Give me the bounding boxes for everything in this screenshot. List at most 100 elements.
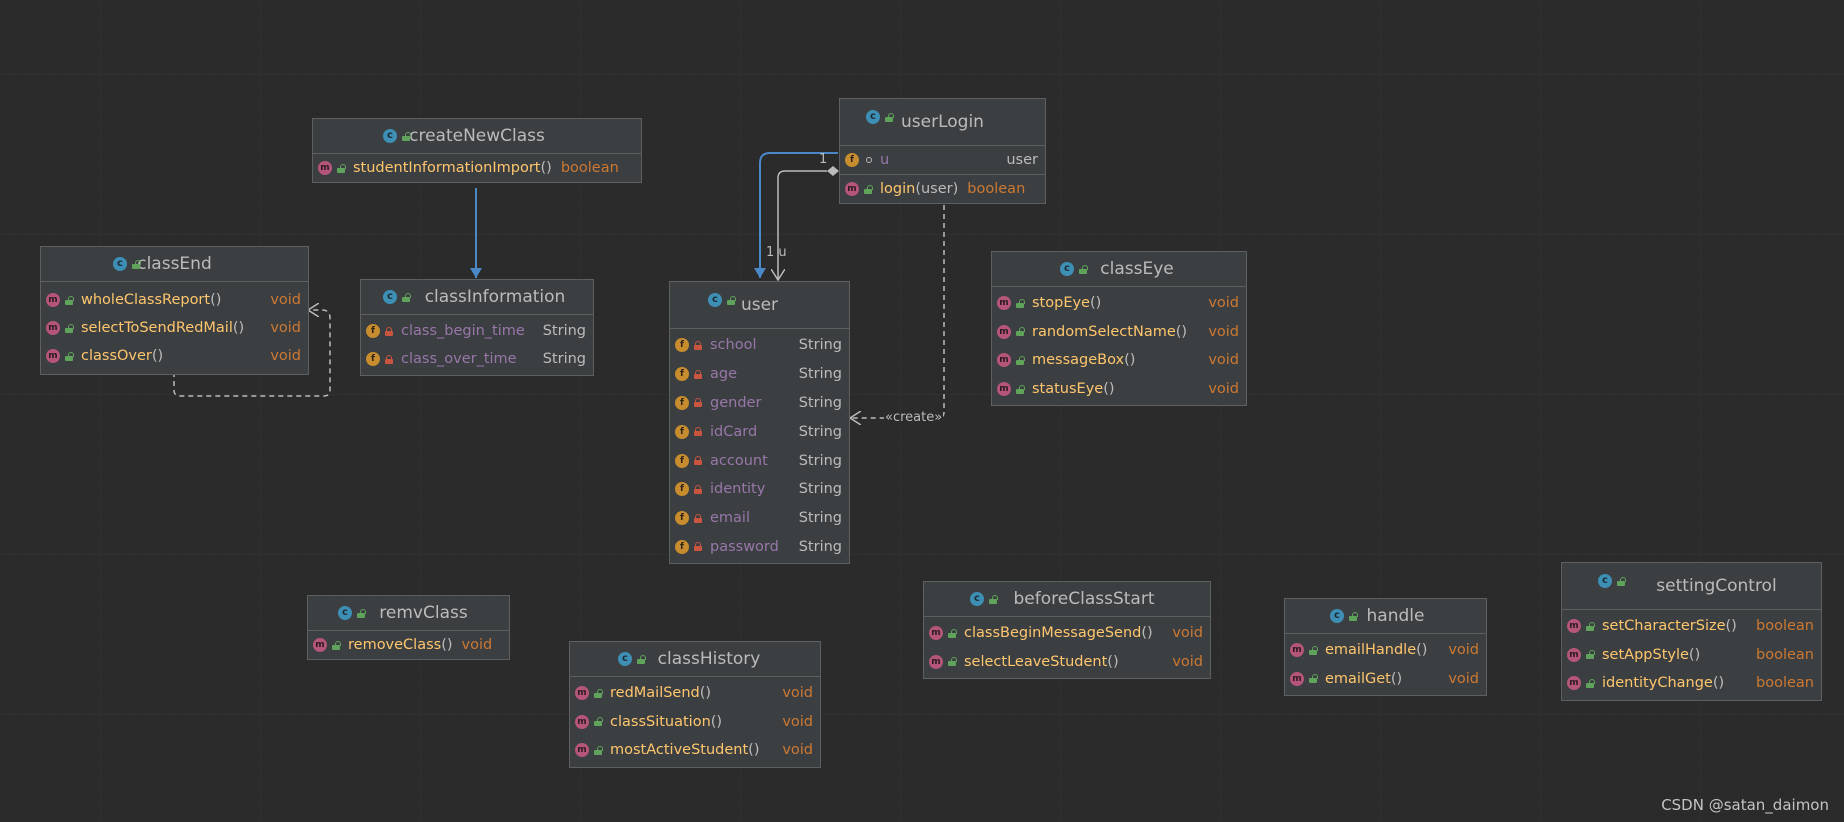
class-name: classHistory	[657, 649, 761, 669]
method-icon: m	[318, 161, 332, 175]
public-visibility-icon	[402, 131, 411, 141]
method-row[interactable]: m setCharacterSize() boolean	[1562, 612, 1821, 641]
field-row[interactable]: f account String	[670, 446, 849, 475]
method-row[interactable]: m classSituation() void	[570, 708, 820, 737]
field-row[interactable]: f gender String	[670, 389, 849, 418]
class-icon: c	[970, 592, 984, 606]
method-params: ()	[151, 348, 164, 364]
field-row[interactable]: f idCard String	[670, 417, 849, 446]
field-row[interactable]: f identity String	[670, 475, 849, 504]
class-user[interactable]: c user f school String f age String f ge…	[669, 281, 850, 565]
method-name: messageBox	[1032, 352, 1125, 369]
public-visibility-icon	[594, 717, 603, 727]
public-visibility-icon	[885, 112, 894, 122]
field-type: String	[798, 538, 842, 555]
class-remvClass[interactable]: c remvClass m removeClass() void	[307, 595, 510, 660]
class-name: handle	[1366, 606, 1425, 626]
method-row[interactable]: m login (user) boolean	[840, 175, 1045, 203]
class-classEnd[interactable]: c classEnd m wholeClassReport() void m s…	[40, 246, 309, 375]
private-visibility-icon	[385, 326, 393, 336]
method-name: selectLeaveStudent	[964, 653, 1108, 670]
method-icon: m	[1290, 643, 1304, 658]
method-row[interactable]: m randomSelectName() void	[992, 318, 1246, 347]
class-classHistory[interactable]: c classHistory m redMailSend() void m cl…	[569, 641, 821, 768]
composition-diamond	[827, 166, 839, 176]
field-row[interactable]: f email String	[670, 504, 849, 533]
method-row[interactable]: m classBeginMessageSend() void	[924, 619, 1210, 648]
return-type: void	[1208, 352, 1239, 369]
public-visibility-icon	[864, 184, 873, 194]
class-icon: c	[1598, 574, 1612, 588]
field-row[interactable]: f class_over_time String	[361, 345, 593, 373]
field-type: String	[798, 337, 842, 354]
method-row[interactable]: m redMailSend() void	[570, 679, 820, 708]
method-row[interactable]: m classOver() void	[41, 342, 308, 370]
public-visibility-icon	[1586, 678, 1595, 688]
private-visibility-icon	[694, 340, 702, 350]
public-visibility-icon	[332, 640, 341, 650]
field-row[interactable]: f school String	[670, 331, 849, 360]
class-beforeClassStart[interactable]: c beforeClassStart m classBeginMessageSe…	[923, 581, 1211, 680]
class-header: c beforeClassStart	[924, 582, 1210, 617]
field-icon: f	[675, 367, 689, 382]
return-type: void	[782, 742, 813, 759]
method-row[interactable]: m removeClass() void	[308, 633, 509, 657]
method-row[interactable]: m emailHandle() void	[1285, 636, 1486, 665]
class-createNewClass[interactable]: c createNewClass m studentInformationImp…	[312, 118, 642, 183]
method-params: ()	[1089, 295, 1102, 312]
class-header: c settingControl	[1562, 563, 1821, 610]
field-row[interactable]: f age String	[670, 360, 849, 389]
method-row[interactable]: m identityChange() boolean	[1562, 669, 1821, 698]
class-userLogin[interactable]: c userLogin f u user m login (user) boole…	[839, 98, 1046, 204]
method-row[interactable]: m selectLeaveStudent() void	[924, 648, 1210, 677]
method-row[interactable]: m setAppStyle() boolean	[1562, 641, 1821, 670]
class-name: beforeClassStart	[1013, 589, 1155, 609]
class-handle[interactable]: c handle m emailHandle() void m emailGet…	[1284, 598, 1487, 697]
class-header: c classHistory	[570, 642, 820, 677]
method-row[interactable]: m emailGet() void	[1285, 665, 1486, 694]
class-settingControl[interactable]: c settingControl m setCharacterSize() bo…	[1561, 562, 1822, 701]
method-row[interactable]: m wholeClassReport() void	[41, 286, 308, 314]
field-row[interactable]: f u user	[840, 146, 1045, 175]
private-visibility-icon	[694, 427, 702, 437]
method-row[interactable]: m statusEye() void	[992, 375, 1246, 404]
class-classEye[interactable]: c classEye m stopEye() void m randomSele…	[991, 251, 1247, 407]
watermark: CSDN @satan_daimon	[1661, 796, 1829, 814]
field-row[interactable]: f password String	[670, 533, 849, 562]
class-classInformation[interactable]: c classInformation f class_begin_time St…	[360, 279, 594, 376]
method-name: removeClass	[348, 637, 442, 653]
method-name: emailGet	[1325, 670, 1391, 687]
method-name: randomSelectName	[1032, 323, 1176, 340]
class-icon: c	[618, 652, 632, 666]
composition-label: 1 u	[766, 245, 787, 260]
method-row[interactable]: m selectToSendRedMail() void	[41, 314, 308, 342]
field-row[interactable]: f class_begin_time String	[361, 317, 593, 345]
field-icon: f	[366, 352, 380, 366]
method-row[interactable]: m mostActiveStudent() void	[570, 736, 820, 765]
field-icon: f	[675, 539, 689, 554]
method-icon: m	[575, 714, 589, 729]
class-icon: c	[383, 129, 397, 143]
field-icon: f	[675, 482, 689, 497]
public-visibility-icon	[1349, 611, 1358, 621]
public-visibility-icon	[1309, 645, 1318, 655]
public-visibility-icon	[1016, 298, 1025, 308]
class-header: c classEye	[992, 252, 1246, 287]
class-icon: c	[708, 293, 722, 307]
method-params: ()	[540, 160, 552, 176]
class-header: c classInformation	[361, 280, 593, 315]
return-type: void	[1172, 625, 1203, 642]
class-icon: c	[383, 290, 397, 304]
method-row[interactable]: m studentInformationImport() boolean	[313, 156, 641, 180]
field-type: String	[542, 351, 586, 367]
public-visibility-icon	[1016, 355, 1025, 365]
public-visibility-icon	[65, 323, 74, 333]
public-visibility-icon	[1586, 650, 1595, 660]
method-icon: m	[46, 349, 60, 363]
method-row[interactable]: m stopEye() void	[992, 289, 1246, 318]
class-header: c handle	[1285, 599, 1486, 634]
method-icon: m	[929, 626, 943, 641]
association-multiplicity: 1	[819, 152, 828, 167]
method-row[interactable]: m messageBox() void	[992, 346, 1246, 375]
return-type: void	[782, 685, 813, 702]
